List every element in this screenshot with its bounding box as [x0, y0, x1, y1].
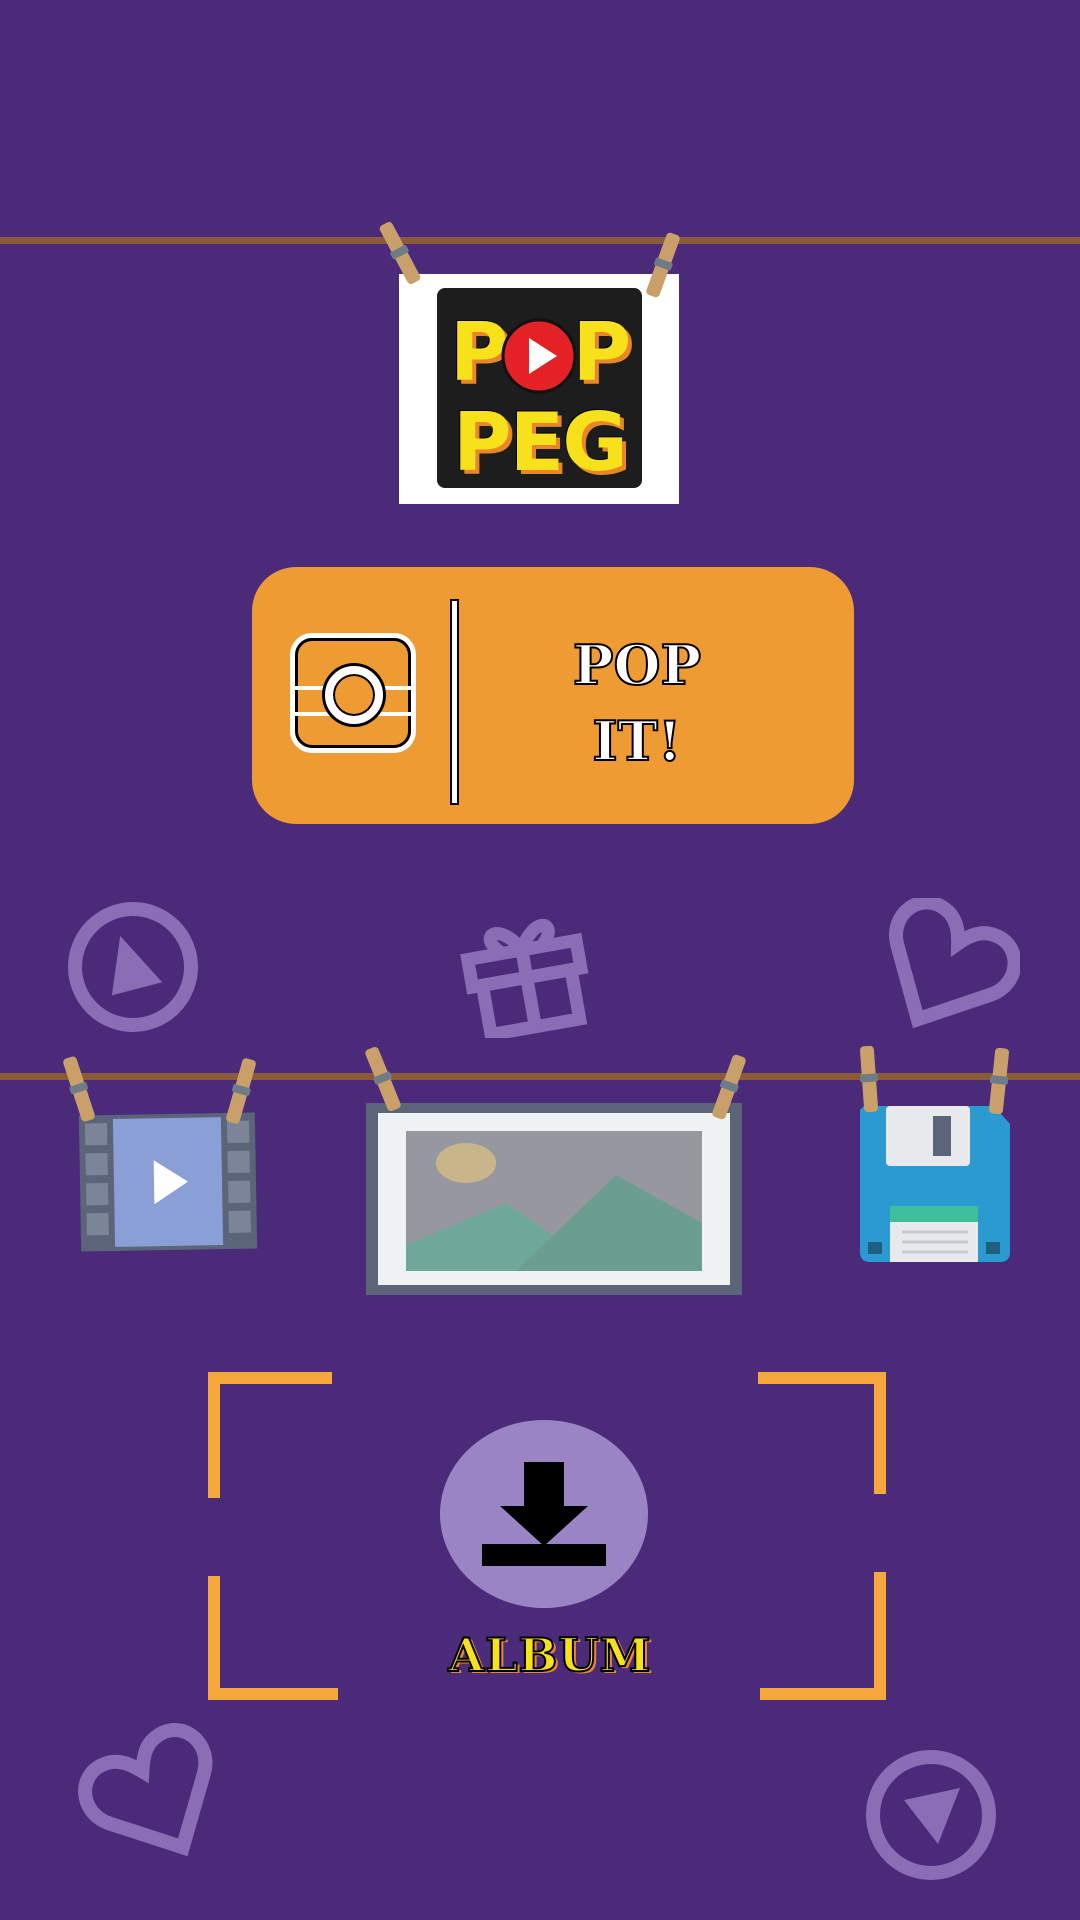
play-circle-icon: [68, 902, 198, 1032]
button-divider: [450, 599, 459, 805]
frame-corner-top-left: [208, 1372, 332, 1498]
album-button[interactable]: [440, 1420, 648, 1608]
top-rope: [0, 237, 1080, 244]
camera-icon: [290, 633, 416, 753]
download-icon: [482, 1462, 606, 1566]
frame-corner-bottom-left: [208, 1576, 338, 1700]
save-icon[interactable]: [858, 1102, 1012, 1264]
middle-rope: [0, 1073, 1080, 1080]
logo-text-line2: PEG: [453, 396, 628, 488]
app-logo: POP PEG: [399, 274, 679, 504]
gift-icon: [460, 919, 589, 1038]
frame-corner-bottom-right: [760, 1572, 886, 1700]
pop-it-label-line2: IT!: [591, 708, 682, 774]
logo-play-icon: [501, 318, 577, 394]
heart-icon: [889, 898, 1020, 1029]
video-icon[interactable]: [78, 1110, 258, 1254]
album-label[interactable]: ALBUM: [400, 1627, 700, 1683]
heart-icon: [78, 1723, 213, 1857]
clothespin: [62, 1055, 96, 1123]
frame-corner-top-right: [758, 1372, 886, 1494]
play-circle-icon: [866, 1750, 996, 1880]
logo-badge: POP PEG: [437, 288, 642, 488]
picture-icon[interactable]: [366, 1103, 742, 1295]
pop-it-label-line1: POP: [572, 632, 702, 698]
pop-it-button[interactable]: POP IT!: [252, 567, 854, 824]
